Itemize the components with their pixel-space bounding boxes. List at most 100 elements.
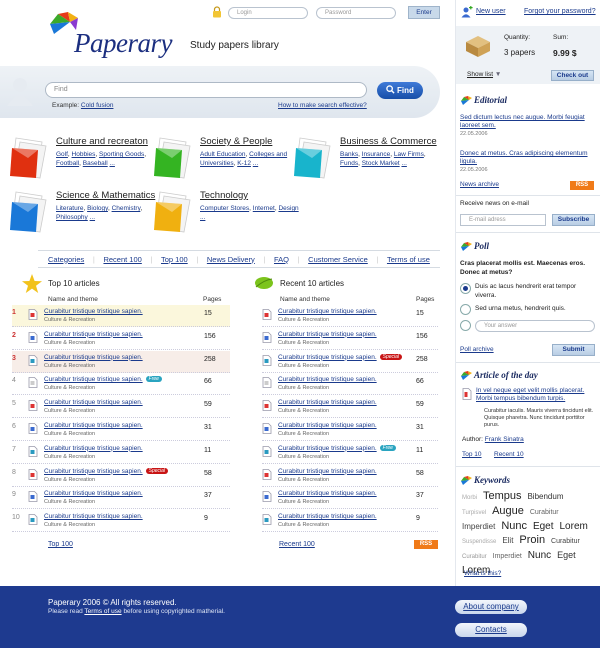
show-list-toggle[interactable]: Show list ▼	[467, 71, 501, 78]
author-link[interactable]: Frank Sinatra	[485, 436, 524, 443]
category-title[interactable]: Science & Mathematics	[56, 190, 155, 201]
table-row[interactable]: 8 Curabitur tristique tristique sapien. Sp…	[12, 465, 230, 487]
table-row[interactable]: 3 Curabitur tristique tristique sapien. Cu…	[12, 350, 230, 373]
editorial-item-2[interactable]: Donec at metus. Cras adipiscing elementu…	[460, 150, 598, 166]
category-link[interactable]: Internet	[253, 205, 275, 212]
article-title-link[interactable]: Curabitur tristique tristique sapien.	[44, 490, 143, 497]
menu-item[interactable]: FAQ	[274, 255, 289, 264]
keyword-link[interactable]: Bibendum	[527, 492, 563, 501]
category-link[interactable]: Baseball	[83, 160, 108, 167]
keyword-link[interactable]: Proin	[519, 534, 545, 546]
site-logo[interactable]: Paperary	[74, 28, 172, 59]
article-title-link[interactable]: Curabitur tristique tristique sapien.	[44, 308, 143, 315]
category-link[interactable]: Insurance	[362, 151, 391, 158]
category-link[interactable]: Stock Market	[362, 160, 400, 167]
editorial-rss-badge[interactable]: RSS	[570, 181, 594, 190]
table-row[interactable]: 9 Curabitur tristique tristique sapien. Cu…	[12, 487, 230, 510]
table-row[interactable]: Curabitur tristique tristique sapien. Cul…	[262, 396, 438, 419]
article-title-link[interactable]: Curabitur tristique tristique sapien.	[278, 468, 377, 475]
table-row[interactable]: 6 Curabitur tristique tristique sapien. Cu…	[12, 419, 230, 441]
category-link[interactable]: Hobbies	[72, 151, 96, 158]
search-input[interactable]: Find	[45, 82, 367, 98]
contacts-button[interactable]: Contacts	[455, 623, 527, 637]
poll-radio-1[interactable]	[460, 283, 471, 294]
recent100-link[interactable]: Recent 100	[279, 541, 315, 548]
table-row[interactable]: 7 Curabitur tristique tristique sapien. Cu…	[12, 442, 230, 464]
article-title-link[interactable]: Curabitur tristique tristique sapien.	[278, 399, 377, 406]
table-row[interactable]: Curabitur tristique tristique sapien. Cul…	[262, 305, 438, 327]
enter-button[interactable]: Enter	[408, 6, 440, 19]
table-row[interactable]: 4 Curabitur tristique tristique sapien. Fr…	[12, 373, 230, 396]
article-title-link[interactable]: Curabitur tristique tristique sapien. Spe…	[44, 467, 169, 475]
menu-item[interactable]: News Delivery	[207, 255, 255, 264]
news-archive-link[interactable]: News archive	[460, 181, 499, 188]
article-title-link[interactable]: Curabitur tristique tristique sapien.	[44, 354, 143, 361]
category-more-link[interactable]: ...	[90, 214, 95, 221]
category-link[interactable]: Funds	[340, 160, 358, 167]
article-title-link[interactable]: Curabitur tristique tristique sapien.	[278, 490, 377, 497]
category-link[interactable]: Biology	[87, 205, 108, 212]
article-of-day-link[interactable]: In vel neque eget velit mollis placerat.…	[476, 387, 596, 403]
forgot-password-link[interactable]: Forgot your password?	[524, 8, 596, 15]
category-title[interactable]: Society & People	[200, 136, 272, 147]
keyword-link[interactable]: Suspendisse	[462, 539, 496, 545]
example-link[interactable]: Cold fusion	[81, 102, 114, 109]
article-title-link[interactable]: Curabitur tristique tristique sapien.	[278, 331, 377, 338]
category-link[interactable]: Adult Education	[200, 151, 246, 158]
login-input[interactable]: Login	[228, 7, 308, 19]
article-title-link[interactable]: Curabitur tristique tristique sapien.	[44, 513, 143, 520]
table-row[interactable]: Curabitur tristique tristique sapien. Cul…	[262, 487, 438, 510]
article-title-link[interactable]: Curabitur tristique tristique sapien.	[44, 422, 143, 429]
category-link[interactable]: Chemistry	[112, 205, 141, 212]
category-link[interactable]: Golf	[56, 151, 68, 158]
category-title[interactable]: Technology	[200, 190, 248, 201]
keyword-link[interactable]: Nunc	[501, 520, 527, 532]
find-button[interactable]: Find	[377, 82, 423, 99]
keyword-link[interactable]: Tempus	[483, 490, 522, 502]
category-link[interactable]: Law Firms	[394, 151, 424, 158]
keyword-link[interactable]: Lorem	[559, 521, 587, 532]
article-title-link[interactable]: Curabitur tristique tristique sapien. Fre…	[278, 444, 396, 452]
about-company-button[interactable]: About company	[455, 600, 527, 614]
menu-item[interactable]: Top 100	[161, 255, 188, 264]
terms-link[interactable]: Terms of use	[84, 608, 121, 615]
category-more-link[interactable]: ...	[110, 160, 115, 167]
category-more-link[interactable]: ...	[200, 214, 205, 221]
keyword-link[interactable]: Augue	[492, 505, 524, 517]
top100-link[interactable]: Top 100	[48, 541, 73, 548]
keyword-link[interactable]: Curabitur	[462, 554, 487, 560]
category-link[interactable]: Literature	[56, 205, 83, 212]
article-title-link[interactable]: Curabitur tristique tristique sapien.	[278, 376, 377, 383]
table-row[interactable]: Curabitur tristique tristique sapien. Cul…	[262, 465, 438, 487]
keyword-link[interactable]: Elit	[502, 536, 513, 545]
keyword-link[interactable]: Turpisvel	[462, 510, 486, 516]
table-row[interactable]: Curabitur tristique tristique sapien. Fre…	[262, 442, 438, 464]
table-row[interactable]: Curabitur tristique tristique sapien. Cul…	[262, 419, 438, 441]
keyword-link[interactable]: Nunc	[528, 550, 551, 561]
category-link[interactable]: Design	[278, 205, 298, 212]
what-is-this-link[interactable]: What is this?	[464, 570, 501, 577]
keyword-link[interactable]: Curabitur	[530, 509, 559, 516]
keyword-link[interactable]: Curabitur	[551, 538, 580, 545]
poll-submit-button[interactable]: Submit	[552, 344, 595, 356]
table-row[interactable]: Curabitur tristique tristique sapien. Cul…	[262, 373, 438, 396]
keyword-link[interactable]: Imperdiet	[462, 522, 495, 531]
poll-radio-2[interactable]	[460, 304, 471, 315]
aotd-recent10-link[interactable]: Recent 10	[494, 451, 524, 458]
table-row[interactable]: 2 Curabitur tristique tristique sapien. Cu…	[12, 328, 230, 350]
rss-badge[interactable]: RSS	[414, 540, 438, 549]
poll-archive-link[interactable]: Poll archive	[460, 346, 494, 353]
menu-item[interactable]: Customer Service	[308, 255, 368, 264]
menu-item[interactable]: Recent 100	[103, 255, 141, 264]
category-title[interactable]: Culture and recreaton	[56, 136, 148, 147]
category-more-link[interactable]: ...	[401, 160, 406, 167]
table-row[interactable]: 1 Curabitur tristique tristique sapien. Cu…	[12, 305, 230, 327]
poll-answer-input[interactable]: Your answer	[475, 320, 595, 332]
article-title-link[interactable]: Curabitur tristique tristique sapien.	[44, 445, 143, 452]
article-title-link[interactable]: Curabitur tristique tristique sapien.	[278, 513, 377, 520]
article-title-link[interactable]: Curabitur tristique tristique sapien.	[44, 399, 143, 406]
category-title[interactable]: Business & Commerce	[340, 136, 437, 147]
category-more-link[interactable]: ...	[253, 160, 258, 167]
keyword-link[interactable]: Eget	[533, 521, 554, 532]
table-row[interactable]: Curabitur tristique tristique sapien. Cul…	[262, 510, 438, 533]
